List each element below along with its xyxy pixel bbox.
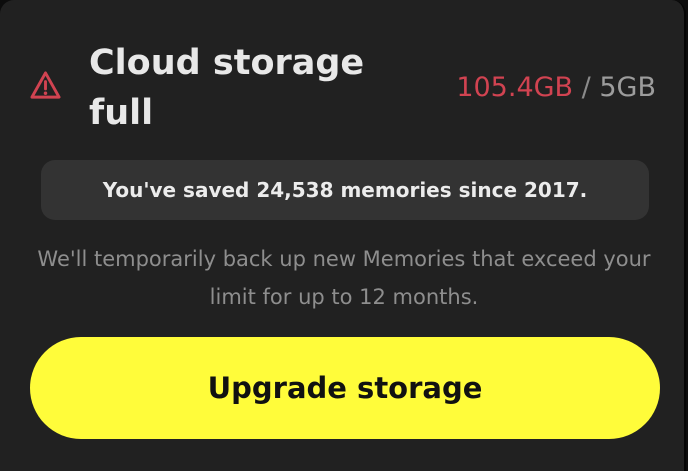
warning-triangle-icon xyxy=(30,71,61,99)
page-title: Cloud storage full xyxy=(89,43,365,133)
memories-count-text: You've saved 24,538 memories since 2017. xyxy=(102,178,588,202)
storage-used-value: 105.4GB xyxy=(456,72,574,103)
upgrade-storage-button[interactable]: Upgrade storage xyxy=(30,337,660,439)
storage-usage-separator: / xyxy=(581,72,591,103)
storage-full-card: Cloud storage full 105.4GB / 5GB You've … xyxy=(0,0,686,471)
backup-info-text: We'll temporarily back up new Memories t… xyxy=(37,247,651,309)
storage-limit-value: 5GB xyxy=(599,72,656,103)
memories-count-banner: You've saved 24,538 memories since 2017. xyxy=(41,160,649,220)
storage-usage: 105.4GB / 5GB xyxy=(456,72,656,104)
